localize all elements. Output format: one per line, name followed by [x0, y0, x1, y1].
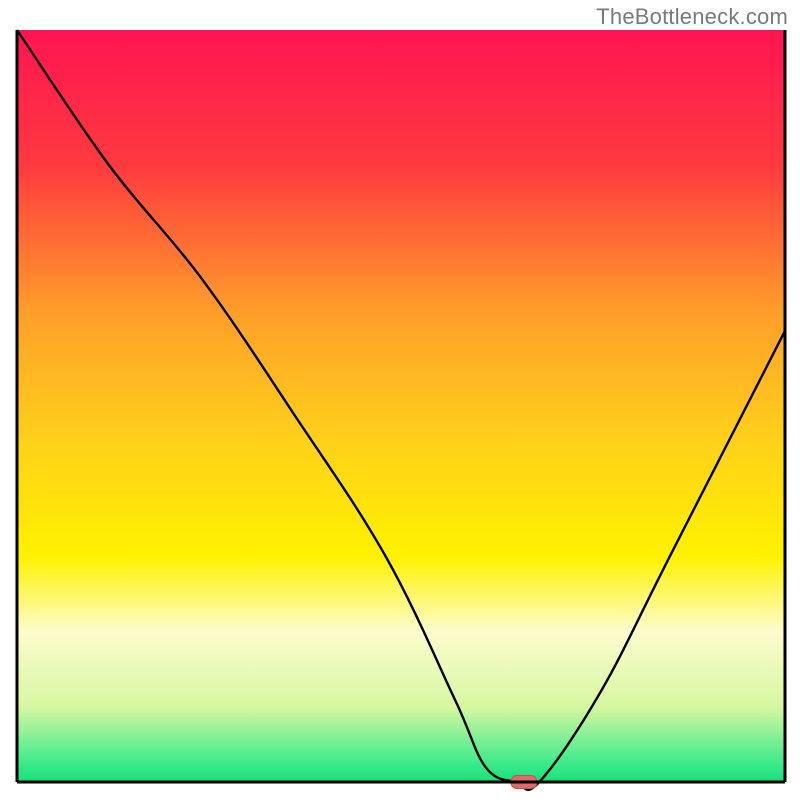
watermark-text: TheBottleneck.com [596, 4, 788, 30]
chart-container: TheBottleneck.com [0, 0, 800, 800]
bottleneck-chart [0, 0, 800, 800]
gradient-background [17, 30, 785, 782]
